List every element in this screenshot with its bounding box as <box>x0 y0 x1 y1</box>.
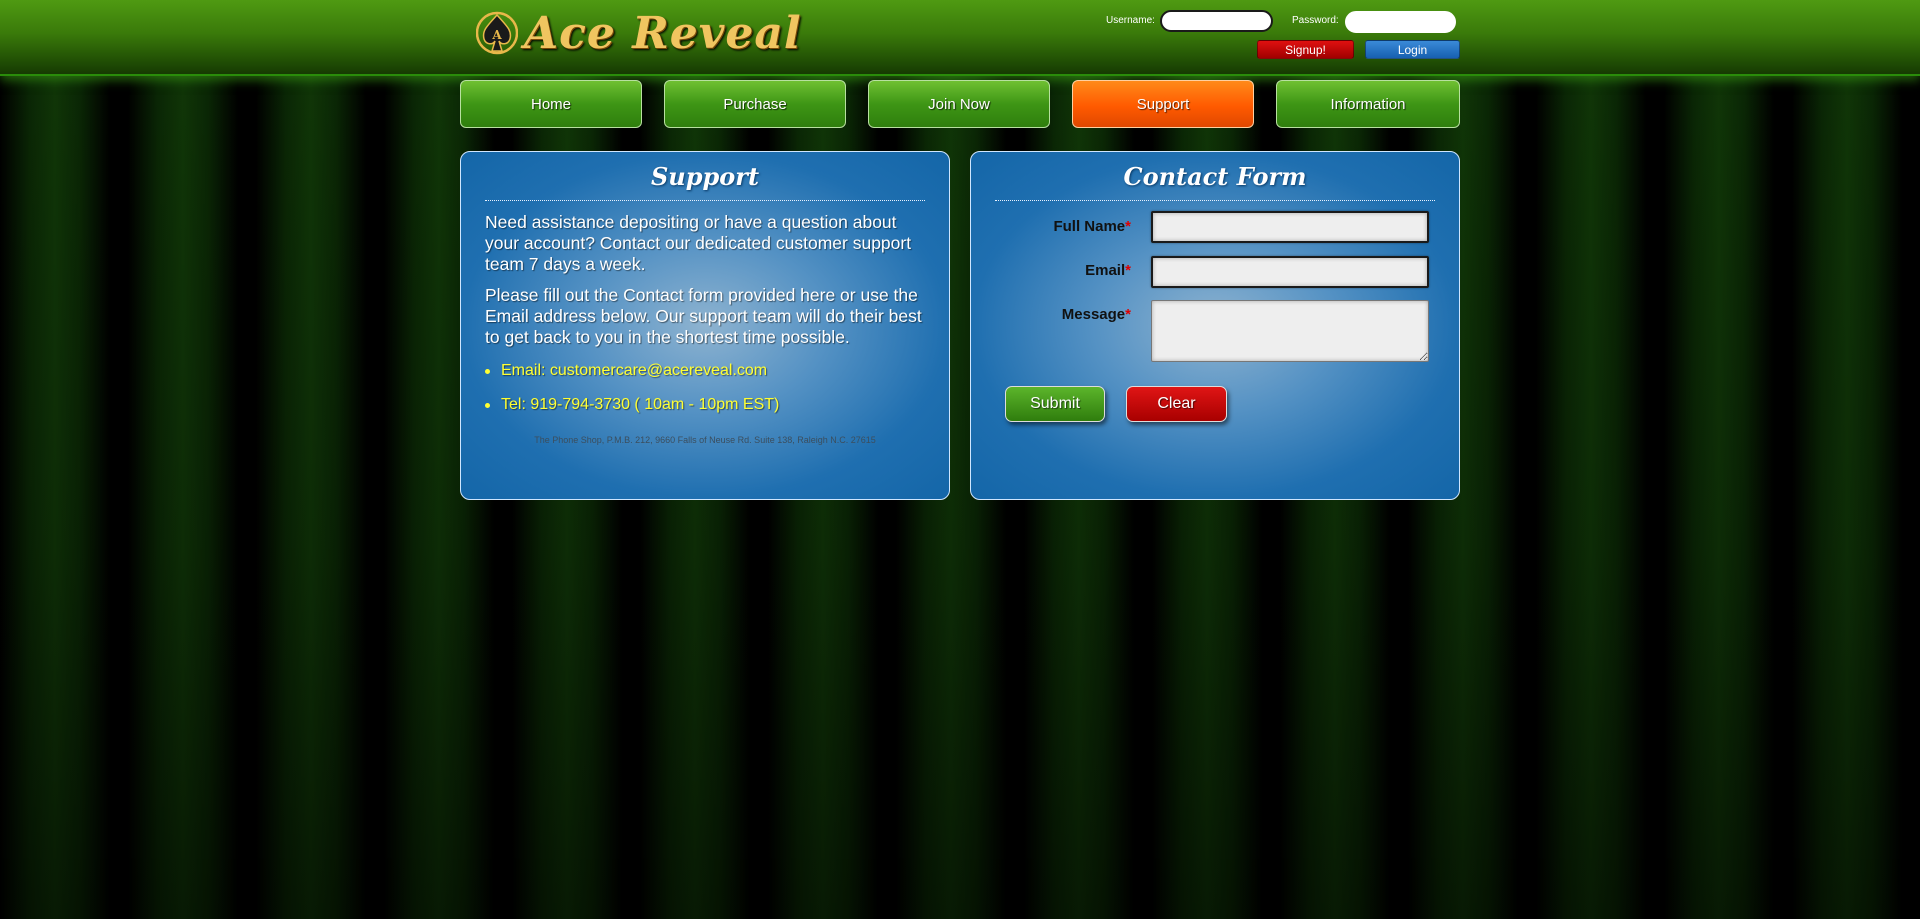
nav-information[interactable]: Information <box>1276 80 1460 128</box>
full-name-input[interactable] <box>1151 211 1429 243</box>
support-panel: Support Need assistance depositing or ha… <box>460 151 950 500</box>
required-mark: * <box>1125 218 1131 235</box>
spade-icon: A <box>476 11 518 55</box>
contact-panel: Contact Form Full Name* Email* Message* … <box>970 151 1460 500</box>
message-label: Message* <box>1011 306 1131 323</box>
support-title: Support <box>650 162 760 191</box>
full-name-label-text: Full Name <box>1053 218 1126 235</box>
required-mark: * <box>1125 262 1131 279</box>
signup-button[interactable]: Signup! <box>1257 40 1354 59</box>
logo[interactable]: A Ace Reveal <box>476 7 802 59</box>
full-name-label: Full Name* <box>1011 218 1131 235</box>
contact-title: Contact Form <box>1123 162 1307 191</box>
nav-purchase[interactable]: Purchase <box>664 80 846 128</box>
svg-text:A: A <box>491 28 502 42</box>
support-paragraph-2: Please fill out the Contact form provide… <box>485 285 922 347</box>
nav-support[interactable]: Support <box>1072 80 1254 128</box>
required-mark: * <box>1125 306 1131 323</box>
login-button[interactable]: Login <box>1365 40 1460 59</box>
clear-button[interactable]: Clear <box>1126 386 1227 422</box>
support-paragraph-1: Need assistance depositing or have a que… <box>485 212 912 274</box>
email-label-text: Email <box>1085 262 1126 279</box>
email-label: Email* <box>1011 262 1131 279</box>
divider <box>485 200 925 201</box>
main-nav: Home Purchase Join Now Support Informati… <box>460 80 1460 128</box>
password-label: Password: <box>1292 15 1339 26</box>
username-input[interactable] <box>1160 10 1273 32</box>
divider <box>995 200 1435 201</box>
nav-join-now[interactable]: Join Now <box>868 80 1050 128</box>
support-address: The Phone Shop, P.M.B. 212, 9660 Falls o… <box>534 435 876 445</box>
message-textarea[interactable] <box>1151 300 1429 362</box>
support-email[interactable]: Email: customercare@acereveal.com <box>484 362 767 380</box>
logo-text: Ace Reveal <box>524 7 802 59</box>
background-stripes <box>0 0 1920 919</box>
message-label-text: Message <box>1061 306 1126 323</box>
email-input[interactable] <box>1151 256 1429 288</box>
nav-home[interactable]: Home <box>460 80 642 128</box>
support-tel: Tel: 919-794-3730 ( 10am - 10pm EST) <box>484 396 780 413</box>
header-bar: A Ace Reveal Username: Password: Signup!… <box>0 0 1920 76</box>
username-label: Username: <box>1106 15 1155 26</box>
password-input[interactable] <box>1345 11 1456 33</box>
submit-button[interactable]: Submit <box>1005 386 1105 422</box>
